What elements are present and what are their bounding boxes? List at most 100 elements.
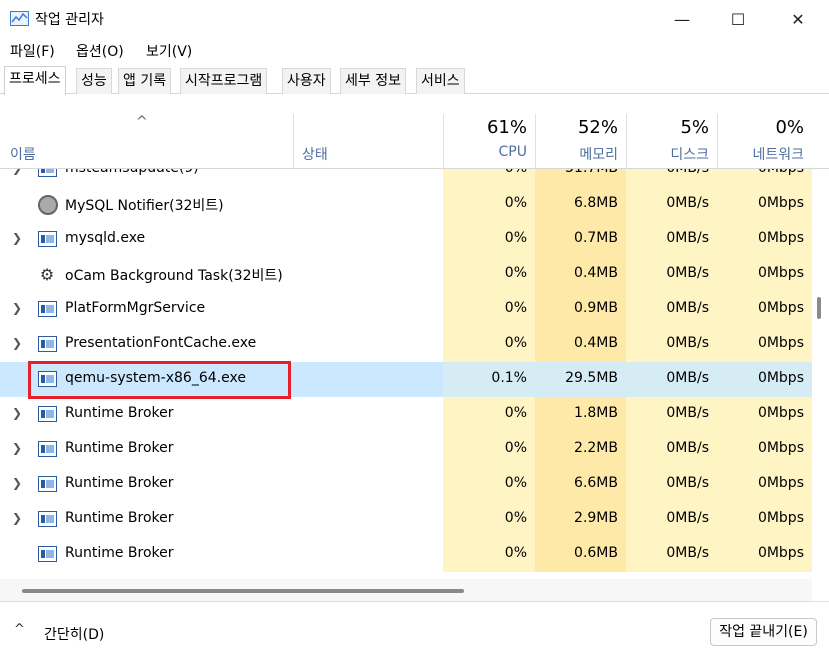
process-name: Runtime Broker [65,440,174,456]
sort-ascending-icon[interactable]: ^ [136,114,148,130]
process-disk-value: 0MB/s [666,300,709,316]
process-net-value: 0Mbps [757,475,804,491]
table-row[interactable]: MySQL Notifier(32비트) 0% 6.8MB 0MB/s 0Mbps [0,187,812,222]
column-cpu[interactable]: 61% CPU [443,114,535,169]
minimize-button[interactable]: — [659,0,705,38]
process-net-value: 0Mbps [757,335,804,351]
process-name: PresentationFontCache.exe [65,335,257,351]
chevron-right-icon[interactable]: ❯ [12,169,22,175]
table-row[interactable]: ❯ mysqld.exe 0% 0.7MB 0MB/s 0Mbps [0,222,812,257]
process-disk-value: 0MB/s [666,230,709,246]
column-name[interactable]: 이름 [10,144,36,164]
chevron-right-icon[interactable]: ❯ [12,336,22,350]
process-net-value: 0Mbps [757,510,804,526]
process-cpu-value: 0% [504,335,527,351]
column-status-label: 상태 [302,147,328,163]
process-net-value: 0Mbps [757,440,804,456]
table-row[interactable]: ❯ Runtime Broker 0% 1.8MB 0MB/s 0Mbps [0,397,812,432]
disk-total: 5% [680,117,709,138]
process-cpu-value: 0.1% [491,370,527,386]
process-cpu-value: 0% [504,265,527,281]
highlight-box [28,361,291,399]
table-row[interactable]: ❯ PlatFormMgrService 0% 0.9MB 0MB/s 0Mbps [0,292,812,327]
process-name: MySQL Notifier(32비트) [65,198,224,214]
horizontal-scrollbar[interactable] [0,579,812,601]
close-button[interactable]: ✕ [775,0,821,38]
tab-details[interactable]: 세부 정보 [340,68,406,94]
process-disk-value: 0MB/s [666,335,709,351]
app-icon [38,169,57,177]
menu-view[interactable]: 보기(V) [146,41,192,61]
process-mem-value: 0.7MB [574,230,618,246]
chevron-up-icon[interactable]: ^ [14,622,25,637]
process-mem-value: 6.8MB [574,195,618,211]
tab-users[interactable]: 사용자 [282,68,331,94]
process-mem-value: 2.2MB [574,440,618,456]
tab-app-history[interactable]: 앱 기록 [118,68,172,94]
mysql-icon [38,195,58,215]
chevron-right-icon[interactable]: ❯ [12,231,22,245]
process-disk-value: 0MB/s [666,545,709,561]
title-bar: 작업 관리자 — ☐ ✕ [0,0,829,38]
cpu-label: CPU [498,144,527,160]
process-cpu-value: 0% [504,545,527,561]
process-cpu-value: 0% [443,169,527,176]
menu-options[interactable]: 옵션(O) [76,41,124,61]
window-title: 작업 관리자 [35,12,104,28]
disk-label: 디스크 [670,147,709,163]
process-name: oCam Background Task(32비트) [65,268,283,284]
process-net-value: 0Mbps [757,300,804,316]
table-row[interactable]: ❯ msteamsupdate(9) 0% 51.7MB 0MB/s 0Mbps [0,169,812,187]
chevron-right-icon[interactable]: ❯ [12,441,22,455]
process-cpu-value: 0% [504,230,527,246]
table-row[interactable]: ❯ Runtime Broker 0% 2.9MB 0MB/s 0Mbps [0,502,812,537]
process-cpu-value: 0% [504,440,527,456]
memory-label: 메모리 [579,147,618,163]
tab-services[interactable]: 서비스 [416,68,465,94]
process-cpu-value: 0% [504,300,527,316]
table-row[interactable]: ⚙ oCam Background Task(32비트) 0% 0.4MB 0MB/s 0… [0,257,812,292]
process-cpu-value: 0% [504,510,527,526]
column-memory[interactable]: 52% 메모리 [535,114,626,169]
menu-file[interactable]: 파일(F) [10,41,55,61]
network-label: 네트워크 [752,147,804,163]
process-net-value: 0Mbps [757,230,804,246]
process-net-value: 0Mbps [757,405,804,421]
vertical-scrollbar[interactable] [817,297,821,319]
table-row[interactable]: ❯ PresentationFontCache.exe 0% 0.4MB 0MB/s 0M… [0,327,812,362]
task-manager-icon [10,11,29,26]
table-row[interactable]: ❯ Runtime Broker 0% 2.2MB 0MB/s 0Mbps [0,432,812,467]
process-disk-value: 0MB/s [666,475,709,491]
process-mem-value: 0.6MB [574,545,618,561]
table-row[interactable]: Runtime Broker 0% 0.6MB 0MB/s 0Mbps [0,537,812,572]
process-mem-value: 0.4MB [574,265,618,281]
process-net-value: 0Mbps [757,370,804,386]
chevron-right-icon[interactable]: ❯ [12,476,22,490]
process-net-value: 0Mbps [757,265,804,281]
tab-startup[interactable]: 시작프로그램 [180,68,268,94]
process-cpu-value: 0% [504,195,527,211]
maximize-button[interactable]: ☐ [715,0,761,38]
chevron-right-icon[interactable]: ❯ [12,511,22,525]
column-disk[interactable]: 5% 디스크 [626,114,717,169]
tab-performance[interactable]: 성능 [76,68,112,94]
tab-processes[interactable]: 프로세스 [4,66,66,95]
process-cpu-value: 0% [504,475,527,491]
process-cpu-value: 0% [504,405,527,421]
process-icon [38,231,57,247]
process-name: msteamsupdate(9) [65,169,199,176]
chevron-right-icon[interactable]: ❯ [12,406,22,420]
process-icon [38,511,57,527]
horizontal-scroll-thumb[interactable] [22,589,464,593]
process-icon [38,546,57,562]
process-icon [38,441,57,457]
column-network[interactable]: 0% 네트워크 [717,114,812,169]
process-name: mysqld.exe [65,230,146,246]
process-disk-value: 0MB/s [666,405,709,421]
process-icon [38,476,57,492]
table-row[interactable]: ❯ Runtime Broker 0% 6.6MB 0MB/s 0Mbps [0,467,812,502]
end-task-button[interactable]: 작업 끝내기(E) [710,618,817,646]
chevron-right-icon[interactable]: ❯ [12,301,22,315]
fewer-details-link[interactable]: 간단히(D) [44,624,104,644]
process-icon [38,301,57,317]
